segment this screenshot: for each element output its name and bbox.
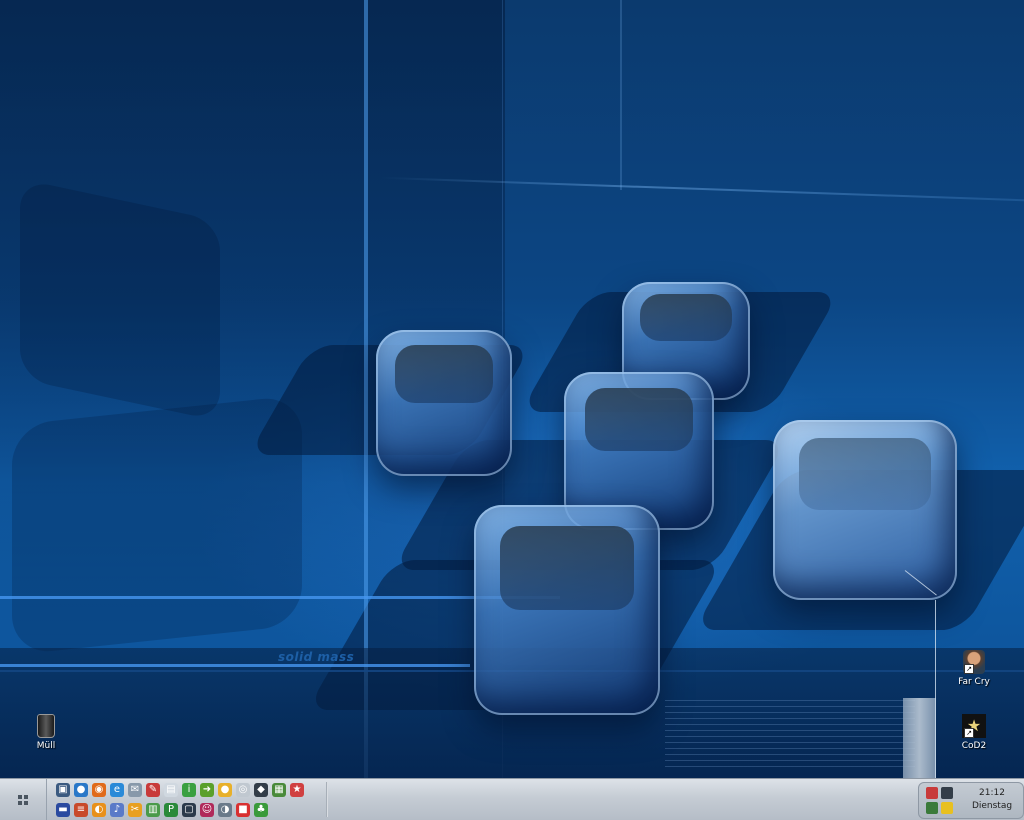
headset-icon[interactable]: ◑ — [218, 803, 232, 817]
game-icon[interactable]: ★ — [290, 783, 304, 797]
cod2-icon: ★ ↗ — [962, 714, 986, 738]
desktop-icon-label: Müll — [36, 741, 56, 751]
tray-icons — [926, 787, 954, 814]
arrow-icon[interactable]: ➜ — [200, 783, 214, 797]
wallpaper-ghost-cube — [12, 394, 302, 656]
document-icon[interactable]: ▤ — [164, 783, 178, 797]
trash-bin-icon — [34, 714, 58, 738]
cube — [773, 420, 957, 600]
red-app-icon[interactable]: ■ — [236, 803, 250, 817]
list-icon[interactable]: ≡ — [74, 803, 88, 817]
clock-day: Dienstag — [971, 801, 1013, 811]
desktop-icon-label: CoD2 — [961, 741, 987, 751]
my-computer-icon[interactable]: ▣ — [56, 783, 70, 797]
windows-grid-icon — [18, 794, 28, 805]
wallpaper-corner-line — [620, 0, 622, 190]
info-icon[interactable]: i — [182, 783, 196, 797]
photo-icon[interactable]: ▦ — [272, 783, 286, 797]
window-icon[interactable]: ▢ — [182, 803, 196, 817]
wallpaper-fine-text — [665, 700, 915, 770]
paint-icon[interactable]: ✎ — [146, 783, 160, 797]
diamond-icon[interactable]: ◆ — [254, 783, 268, 797]
desktop-icon-label: Far Cry — [958, 677, 990, 687]
wallpaper-line — [0, 664, 470, 667]
firefox-icon[interactable]: ◉ — [92, 783, 106, 797]
save-icon[interactable]: ▬ — [56, 803, 70, 817]
leaf-icon[interactable]: ♣ — [254, 803, 268, 817]
user-icon[interactable]: ☺ — [200, 803, 214, 817]
start-button[interactable] — [0, 779, 47, 820]
cd-icon[interactable]: ◎ — [236, 783, 250, 797]
security-icon[interactable] — [941, 802, 953, 814]
wallpaper-panel — [903, 698, 936, 778]
tool-icon[interactable]: ✂ — [128, 803, 142, 817]
cube — [474, 505, 660, 715]
pro-icon[interactable]: P — [164, 803, 178, 817]
search-icon[interactable]: ◐ — [92, 803, 106, 817]
taskbar-separator — [326, 782, 328, 817]
desktop-wallpaper: solid mass — [0, 0, 1024, 778]
clock[interactable]: 21:12 Dienstag — [963, 787, 1021, 813]
wallpaper-line — [935, 600, 936, 778]
clock-time: 21:12 — [979, 788, 1005, 798]
music-icon[interactable]: ♪ — [110, 803, 124, 817]
flag-icon[interactable] — [926, 787, 938, 799]
wallpaper-caption: solid mass — [278, 650, 355, 664]
quick-launch-bar: ▣ ● ◉ e ✉ ✎ ▤ i ➜ ● ◎ ◆ ▦ ★ ▬ ≡ ◐ ♪ ✂ ▥ P ▢ ☺ ◑ ■ ♣ — [56, 783, 318, 819]
system-tray: 21:12 Dienstag — [918, 782, 1024, 819]
desktop-icon-far-cry[interactable]: ↗ Far Cry — [946, 650, 1002, 687]
cube — [376, 330, 512, 476]
globe-icon[interactable]: ● — [74, 783, 88, 797]
desktop-icon-trash[interactable]: Müll — [18, 714, 74, 751]
desktop-icon-cod2[interactable]: ★ ↗ CoD2 — [946, 714, 1002, 751]
far-cry-icon: ↗ — [962, 650, 986, 674]
monitor-icon[interactable] — [941, 787, 953, 799]
mail-icon[interactable]: ✉ — [128, 783, 142, 797]
wallpaper-ghost-cube — [20, 178, 220, 422]
taskbar: ▣ ● ◉ e ✉ ✎ ▤ i ➜ ● ◎ ◆ ▦ ★ ▬ ≡ ◐ ♪ ✂ ▥ P ▢ ☺ ◑ ■ ♣ 21:12 Diensta… — [0, 778, 1024, 820]
chart-icon[interactable]: ▥ — [146, 803, 160, 817]
media-icon[interactable]: ● — [218, 783, 232, 797]
internet-explorer-icon[interactable]: e — [110, 783, 124, 797]
network-icon[interactable] — [926, 802, 938, 814]
